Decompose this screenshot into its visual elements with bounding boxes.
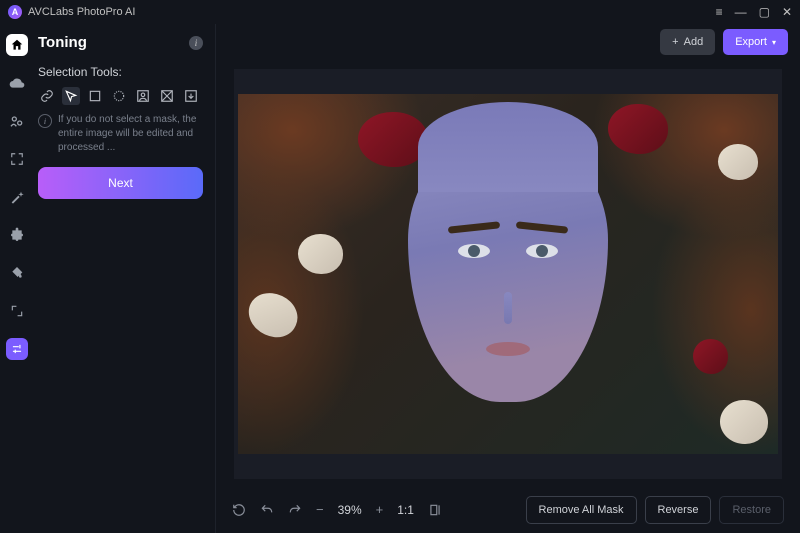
- panel-header: Toning i: [38, 34, 203, 51]
- pointer-tool-icon[interactable]: [62, 87, 80, 105]
- photo-preview: [238, 94, 778, 454]
- zoom-ratio[interactable]: 1:1: [397, 503, 414, 517]
- window-controls: ≡ — ▢ ✕: [716, 6, 792, 18]
- topbar: + Add Export ▾: [216, 24, 800, 61]
- zoom-value: 39%: [338, 503, 362, 517]
- wand-icon[interactable]: [6, 186, 28, 208]
- plus-icon: +: [672, 36, 678, 48]
- left-taskbar: [0, 24, 34, 533]
- side-panel: Toning i Selection Tools: i If you do no…: [34, 24, 216, 533]
- export-label: Export: [735, 36, 767, 48]
- enhance-icon[interactable]: [6, 110, 28, 132]
- restore-button: Restore: [719, 496, 784, 524]
- content-area: + Add Export ▾: [216, 24, 800, 533]
- selection-tools-label: Selection Tools:: [38, 65, 203, 79]
- mask-actions: Remove All Mask Reverse Restore: [526, 496, 784, 524]
- app-name: AVCLabs PhotoPro AI: [28, 6, 135, 18]
- titlebar-left: A AVCLabs PhotoPro AI: [8, 5, 135, 19]
- hint-info-icon: i: [38, 114, 52, 128]
- toning-tab-icon[interactable]: [6, 338, 28, 360]
- reset-icon[interactable]: [232, 503, 246, 517]
- zoom-out-icon[interactable]: −: [316, 502, 324, 517]
- reverse-button[interactable]: Reverse: [645, 496, 712, 524]
- bucket-icon[interactable]: [6, 262, 28, 284]
- chevron-down-icon: ▾: [772, 38, 776, 47]
- panel-title: Toning: [38, 34, 87, 51]
- ellipse-tool-icon[interactable]: [110, 87, 128, 105]
- background-tool-icon[interactable]: [158, 87, 176, 105]
- add-label: Add: [684, 36, 704, 48]
- bottom-bar: − 39% + 1:1 Remove All Mask Reverse Rest…: [216, 487, 800, 533]
- subject-tool-icon[interactable]: [134, 87, 152, 105]
- remove-all-mask-button[interactable]: Remove All Mask: [526, 496, 637, 524]
- zoom-in-icon[interactable]: +: [376, 502, 384, 517]
- selection-tool-row: [38, 87, 203, 105]
- cloud-icon[interactable]: [6, 72, 28, 94]
- import-tool-icon[interactable]: [182, 87, 200, 105]
- link-tool-icon[interactable]: [38, 87, 56, 105]
- canvas-area: [216, 61, 800, 487]
- export-button[interactable]: Export ▾: [723, 29, 788, 55]
- info-icon[interactable]: i: [189, 36, 203, 50]
- resize-icon[interactable]: [6, 300, 28, 322]
- close-icon[interactable]: ✕: [782, 6, 792, 18]
- canvas-frame[interactable]: [234, 69, 782, 479]
- fit-screen-icon[interactable]: [428, 503, 442, 517]
- add-button[interactable]: + Add: [660, 29, 715, 55]
- hint-row: i If you do not select a mask, the entir…: [38, 113, 203, 155]
- puzzle-icon[interactable]: [6, 224, 28, 246]
- zoom-controls: − 39% + 1:1: [232, 502, 442, 517]
- home-icon[interactable]: [6, 34, 28, 56]
- titlebar: A AVCLabs PhotoPro AI ≡ — ▢ ✕: [0, 0, 800, 24]
- minimize-icon[interactable]: —: [735, 6, 747, 18]
- main: Toning i Selection Tools: i If you do no…: [0, 24, 800, 533]
- rectangle-tool-icon[interactable]: [86, 87, 104, 105]
- redo-icon[interactable]: [288, 503, 302, 517]
- next-button[interactable]: Next: [38, 167, 203, 199]
- hint-text: If you do not select a mask, the entire …: [58, 113, 203, 155]
- menu-icon[interactable]: ≡: [716, 6, 723, 18]
- app-logo: A: [8, 5, 22, 19]
- expand-icon[interactable]: [6, 148, 28, 170]
- undo-icon[interactable]: [260, 503, 274, 517]
- maximize-icon[interactable]: ▢: [759, 6, 770, 18]
